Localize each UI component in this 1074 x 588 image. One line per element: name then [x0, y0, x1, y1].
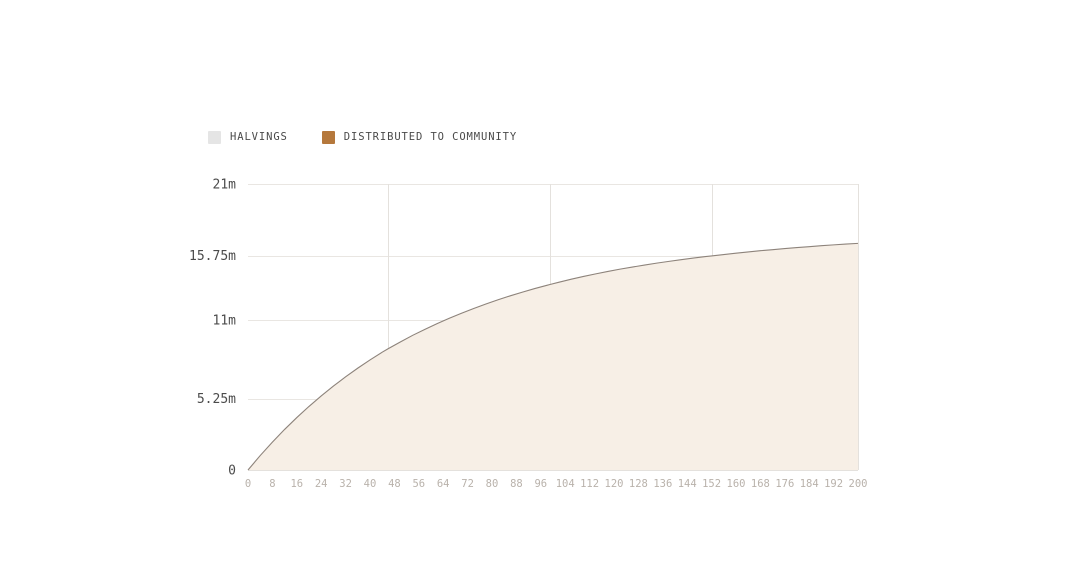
x-tick-168: 168: [751, 478, 770, 490]
x-tick-80: 80: [486, 478, 499, 490]
y-tick-0: 0: [228, 464, 236, 479]
x-tick-144: 144: [678, 478, 697, 490]
x-tick-48: 48: [388, 478, 401, 490]
y-tick-11m: 11m: [213, 314, 237, 329]
plot-area: 0 5.25m 11m 15.75m 21m 0 8 16 24 32 40 48 56 64 72 80 8…: [0, 0, 1074, 588]
area-chart-svg: 0 5.25m 11m 15.75m 21m 0 8 16 24 32 40 48 56 64 72 80 8…: [189, 178, 868, 491]
y-tick-5.25m: 5.25m: [197, 392, 236, 407]
x-tick-136: 136: [653, 478, 672, 490]
x-tick-152: 152: [702, 478, 721, 490]
x-tick-200: 200: [849, 478, 868, 490]
x-axis-tick-labels: 0 8 16 24 32 40 48 56 64 72 80 88 96 104 112 120 128 136 1…: [245, 478, 868, 490]
x-tick-120: 120: [605, 478, 624, 490]
x-tick-72: 72: [461, 478, 474, 490]
distributed-to-community-area: [247, 242, 859, 471]
x-tick-176: 176: [775, 478, 794, 490]
y-tick-15.75m: 15.75m: [189, 249, 236, 264]
x-tick-24: 24: [315, 478, 328, 490]
y-axis-tick-labels: 0 5.25m 11m 15.75m 21m: [189, 178, 236, 479]
x-tick-16: 16: [290, 478, 303, 490]
x-tick-104: 104: [556, 478, 575, 490]
x-tick-8: 8: [269, 478, 275, 490]
x-tick-96: 96: [534, 478, 547, 490]
x-tick-40: 40: [364, 478, 377, 490]
chart-root: HALVINGS DISTRIBUTED TO COMMUNITY 0 5.25m…: [0, 0, 1074, 588]
x-tick-160: 160: [727, 478, 746, 490]
x-tick-192: 192: [824, 478, 843, 490]
y-tick-21m: 21m: [213, 178, 237, 193]
x-tick-88: 88: [510, 478, 523, 490]
x-tick-0: 0: [245, 478, 251, 490]
x-tick-128: 128: [629, 478, 648, 490]
area-fill-distributed: [248, 243, 858, 470]
x-tick-56: 56: [412, 478, 425, 490]
x-tick-32: 32: [339, 478, 352, 490]
x-tick-64: 64: [437, 478, 450, 490]
x-tick-184: 184: [800, 478, 819, 490]
x-tick-112: 112: [580, 478, 599, 490]
